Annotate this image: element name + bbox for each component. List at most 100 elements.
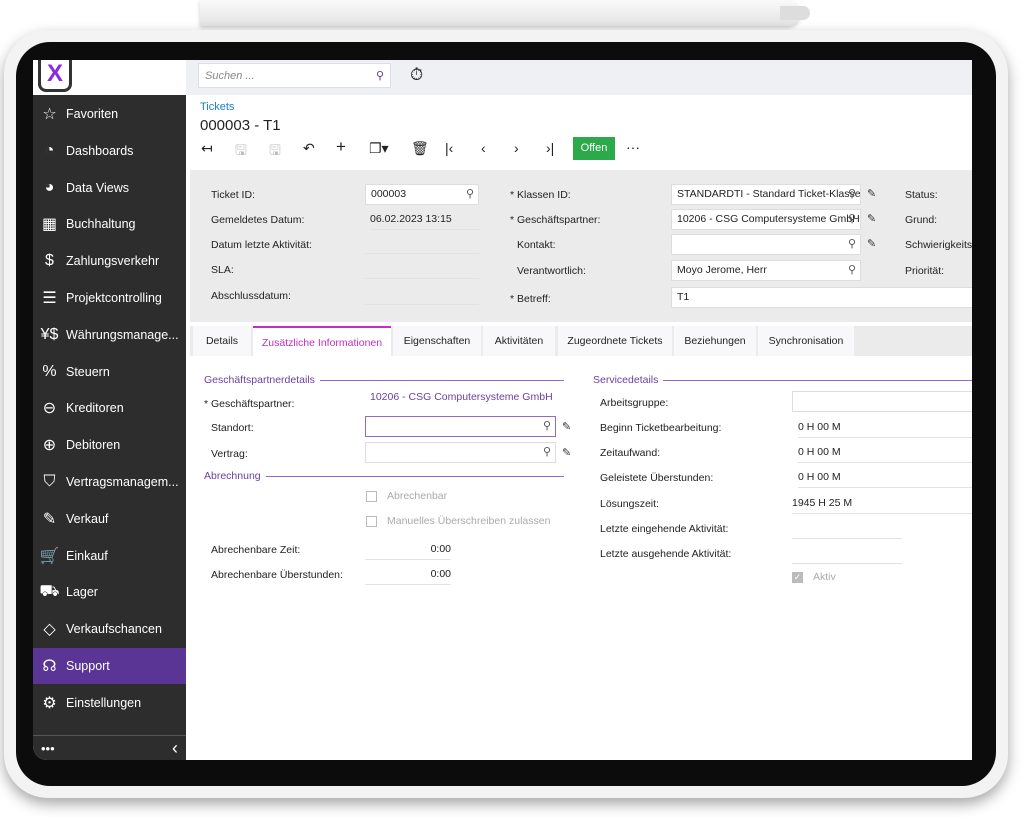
previous-record-icon[interactable]: ‹ — [481, 140, 486, 156]
manual-override-checkbox[interactable]: Manuelles Überschreiben zulassen — [366, 515, 550, 527]
cart-icon: 🛒 — [39, 547, 60, 565]
subject-field[interactable]: T1 — [671, 287, 972, 308]
search-icon[interactable]: ⚲ — [848, 212, 856, 225]
edit-icon[interactable]: ✎ — [562, 420, 571, 433]
workgroup-field[interactable] — [792, 391, 972, 412]
copy-paste-icon[interactable]: ❐▾ — [369, 140, 389, 157]
delete-icon[interactable]: 🗑 — [411, 140, 429, 157]
sidebar-item-label: Buchhaltung — [66, 217, 136, 232]
search-icon[interactable]: ⚲ — [848, 263, 856, 276]
more-icon[interactable]: ••• — [41, 741, 55, 756]
sidebar-item-zahlungsverkehr[interactable]: $ Zahlungsverkehr — [33, 243, 186, 279]
logo[interactable]: X — [38, 60, 72, 92]
sidebar-item-buchhaltung[interactable]: ▦ Buchhaltung — [33, 206, 186, 242]
sidebar-item-vertragsmanagem-[interactable]: ⛉ Vertragsmanagem... — [33, 464, 186, 500]
owner-label: Verantwortlich: — [517, 265, 586, 277]
add-icon[interactable]: + — [336, 137, 346, 157]
section-title: Servicedetails — [593, 374, 659, 386]
owner-field[interactable]: Moyo Jerome, Herr ⚲ — [671, 260, 861, 281]
ticket-id-field[interactable]: 000003 ⚲ — [365, 184, 479, 205]
collapse-sidebar-icon[interactable]: ‹ — [172, 738, 178, 759]
location-field[interactable]: ⚲ — [365, 416, 556, 437]
partner-field[interactable]: 10206 - CSG Computersysteme GmbH ⚲ — [671, 209, 861, 230]
last-record-icon[interactable]: ›| — [546, 140, 554, 156]
edit-icon[interactable]: ✎ — [867, 212, 876, 225]
sidebar-item-label: Debitoren — [66, 438, 121, 453]
sidebar-item-label: Lager — [66, 585, 98, 600]
partner-link[interactable]: 10206 - CSG Computersysteme GmbH — [370, 391, 553, 403]
tab-relations[interactable]: Beziehungen — [674, 326, 756, 356]
tab-properties[interactable]: Eigenschaften — [393, 326, 481, 356]
reported-date-label: Gemeldetes Datum: — [211, 214, 305, 226]
sidebar-footer: ••• ‹ — [33, 735, 186, 760]
checkbox-label: Manuelles Überschreiben zulassen — [387, 515, 551, 527]
contact-label: Kontakt: — [517, 239, 556, 251]
undo-icon[interactable]: ↶ — [303, 140, 315, 157]
sidebar-item-debitoren[interactable]: ⊕ Debitoren — [33, 427, 186, 463]
class-id-value: STANDARDTI - Standard Ticket-Klasse — [677, 188, 861, 200]
contract-label: Vertrag: — [211, 448, 248, 460]
sidebar-item-verkaufschancen[interactable]: ◇ Verkaufschancen — [33, 611, 186, 647]
back-icon[interactable]: ↤ — [201, 140, 213, 157]
sidebar-item-favoriten[interactable]: ☆ Favoriten — [33, 96, 186, 132]
sidebar-item-einkauf[interactable]: 🛒 Einkauf — [33, 538, 186, 574]
handshake-icon: ⛉ — [43, 473, 56, 490]
tab-related-tickets[interactable]: Zugeordnete Tickets — [558, 326, 672, 356]
last-outgoing-value — [792, 544, 902, 564]
sidebar-item-lager[interactable]: ⛟ Lager — [33, 574, 186, 610]
tab-additional-info[interactable]: Zusätzliche Informationen — [253, 326, 391, 356]
status-button[interactable]: Offen — [573, 137, 615, 160]
timer-icon[interactable]: ⏱ — [410, 65, 423, 85]
location-label: Standort: — [211, 422, 254, 434]
start-processing-label: Beginn Ticketbearbeitung: — [600, 422, 722, 434]
sidebar-item-projektcontrolling[interactable]: ☰ Projektcontrolling — [33, 280, 186, 316]
search-icon[interactable]: ⚲ — [376, 69, 384, 82]
more-actions-button[interactable]: ··· — [626, 139, 640, 155]
first-record-icon[interactable]: |‹ — [445, 140, 453, 156]
search-icon[interactable]: ⚲ — [543, 419, 551, 432]
edit-icon[interactable]: ✎ — [867, 237, 876, 250]
status-label: Status: — [905, 189, 938, 201]
breadcrumb[interactable]: Tickets — [200, 101, 234, 113]
search-icon[interactable]: ⚲ — [543, 445, 551, 458]
partner-details-section: Geschäftspartnerdetails — [204, 374, 564, 386]
contact-field[interactable]: ⚲ — [671, 234, 861, 255]
pie-chart-icon: ◕ — [44, 178, 55, 196]
billable-checkbox[interactable]: Abrechenbar — [366, 490, 447, 502]
sidebar-item-support[interactable]: ☊ Support — [33, 648, 186, 684]
service-details-section: Servicedetails — [593, 374, 972, 386]
edit-icon[interactable]: ✎ — [867, 187, 876, 200]
sidebar-item-label: Verkauf — [66, 511, 109, 526]
effort-value: 0 H 00 M — [798, 443, 972, 463]
save-close-icon[interactable]: 🖫 — [235, 140, 247, 164]
search-input[interactable]: Suchen ... ⚲ — [198, 63, 391, 88]
reason-label: Grund: — [905, 214, 938, 226]
star-icon: ☆ — [42, 106, 57, 123]
save-icon[interactable]: 🖫 — [269, 140, 281, 164]
last-activity-value — [365, 234, 479, 254]
active-checkbox[interactable]: ✓ Aktiv — [792, 571, 836, 583]
billable-overtime-value: 0:00 — [365, 565, 451, 585]
contract-field[interactable]: ⚲ — [365, 442, 556, 463]
search-placeholder: Suchen ... — [205, 69, 255, 82]
billable-overtime-label: Abrechenbare Überstunden: — [211, 569, 343, 581]
tab-details[interactable]: Details — [193, 326, 251, 356]
sidebar-item-kreditoren[interactable]: ⊖ Kreditoren — [33, 390, 186, 426]
search-icon[interactable]: ⚲ — [466, 187, 474, 200]
plus-circle-icon: ⊕ — [42, 437, 57, 455]
tab-synchronisation[interactable]: Synchronisation — [758, 326, 854, 356]
severity-label: Schwierigkeitsg — [905, 239, 972, 251]
search-icon[interactable]: ⚲ — [848, 187, 856, 200]
class-id-field[interactable]: STANDARDTI - Standard Ticket-Klasse ⚲ — [671, 184, 861, 205]
sidebar-item-steuern[interactable]: % Steuern — [33, 354, 186, 390]
sidebar-item-data-views[interactable]: ◕ Data Views — [33, 170, 186, 206]
sidebar-item-label: Steuern — [66, 364, 110, 379]
next-record-icon[interactable]: › — [514, 140, 519, 156]
sidebar-item-währungsmanage-[interactable]: ¥$ Währungsmanage... — [33, 317, 186, 353]
tab-activities[interactable]: Aktivitäten — [483, 326, 555, 356]
sidebar-item-verkauf[interactable]: ✎ Verkauf — [33, 501, 186, 537]
edit-icon[interactable]: ✎ — [562, 446, 571, 459]
sidebar-item-einstellungen[interactable]: ⚙ Einstellungen — [33, 685, 186, 721]
sidebar-item-dashboards[interactable]: ◔ Dashboards — [33, 133, 186, 169]
search-icon[interactable]: ⚲ — [848, 237, 856, 250]
